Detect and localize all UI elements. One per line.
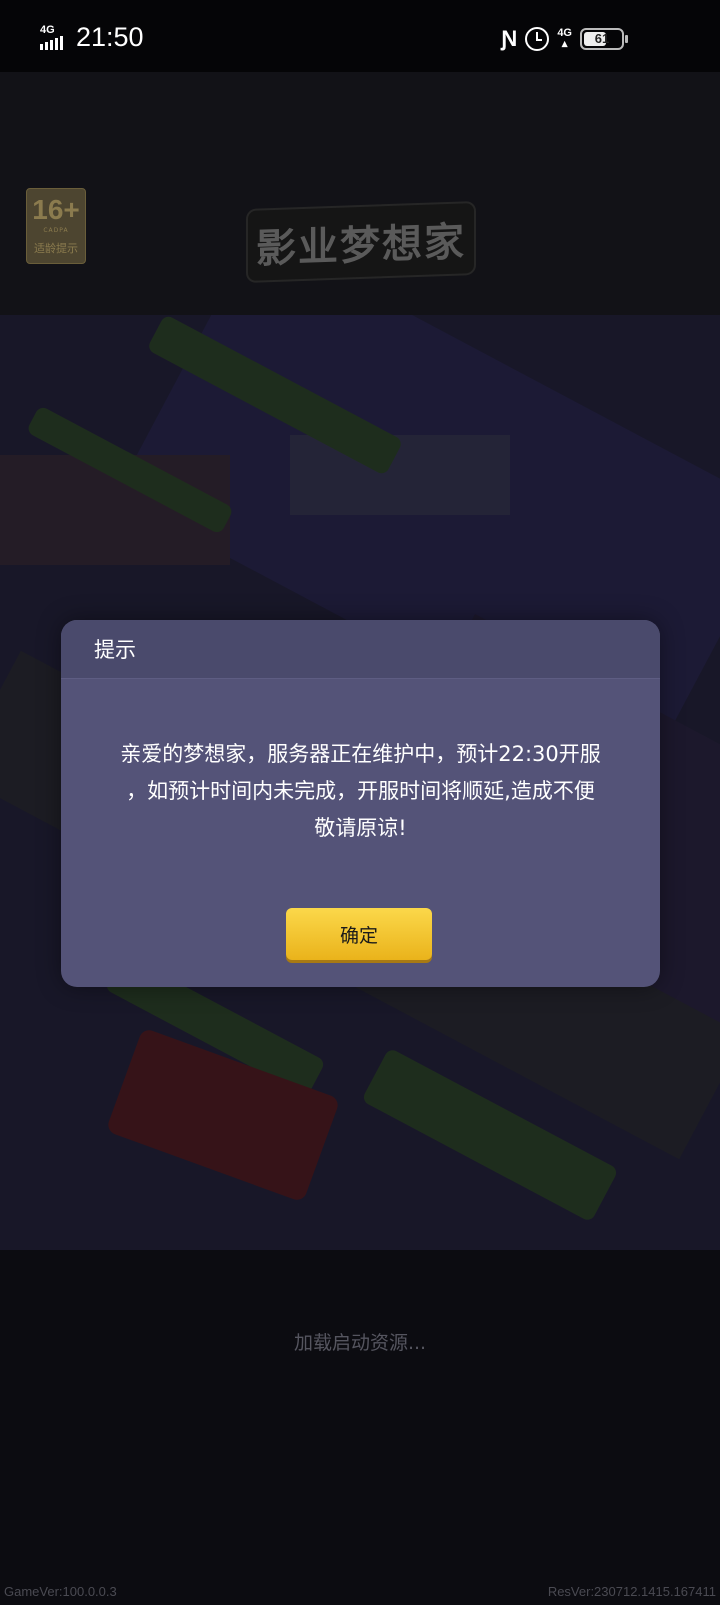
dialog-title: 提示: [94, 638, 136, 662]
alarm-icon: [525, 27, 550, 51]
battery-icon: 61: [580, 28, 628, 50]
dialog-header: [61, 620, 660, 679]
message-line-1: 亲爱的梦想家，服务器正在维护中，预计22:30开服: [120, 742, 601, 766]
status-bar: 4G 21:50 Ɲ 4G ▴ 61: [0, 0, 720, 72]
game-logo: 影业梦想家: [246, 200, 476, 284]
clock: 21:50: [76, 22, 144, 52]
confirm-button[interactable]: 确定: [286, 908, 432, 960]
nfc-icon: Ɲ: [501, 26, 518, 51]
maintenance-dialog: 提示 亲爱的梦想家，服务器正在维护中，预计22:30开服 ，如预计时间内未完成，…: [61, 620, 660, 987]
battery-level: 61: [594, 31, 610, 46]
res-version: ResVer:230712.1415.167411: [547, 1584, 716, 1599]
age-tip: 适龄提示: [34, 242, 78, 255]
network-type: 4G: [40, 24, 55, 36]
message-line-2: ，如预计时间内未完成，开服时间将顺延,造成不便: [126, 779, 595, 803]
loading-status: 加载启动资源...: [293, 1332, 427, 1354]
status-icons: Ɲ 4G ▴ 61: [501, 26, 628, 52]
message-line-3: 敬请原谅!: [314, 816, 407, 840]
age-rating: 16+: [32, 194, 80, 225]
network-4g-icon: 4G ▴: [557, 27, 572, 50]
dialog-message: 亲爱的梦想家，服务器正在维护中，预计22:30开服 ，如预计时间内未完成，开服时…: [81, 736, 640, 847]
game-version: GameVer:100.0.0.3: [4, 1584, 117, 1599]
status-left: 4G 21:50: [40, 22, 144, 52]
signal-icon: 4G: [40, 24, 70, 52]
age-rating-badge: 16+ CADPA 适龄提示: [26, 188, 86, 264]
